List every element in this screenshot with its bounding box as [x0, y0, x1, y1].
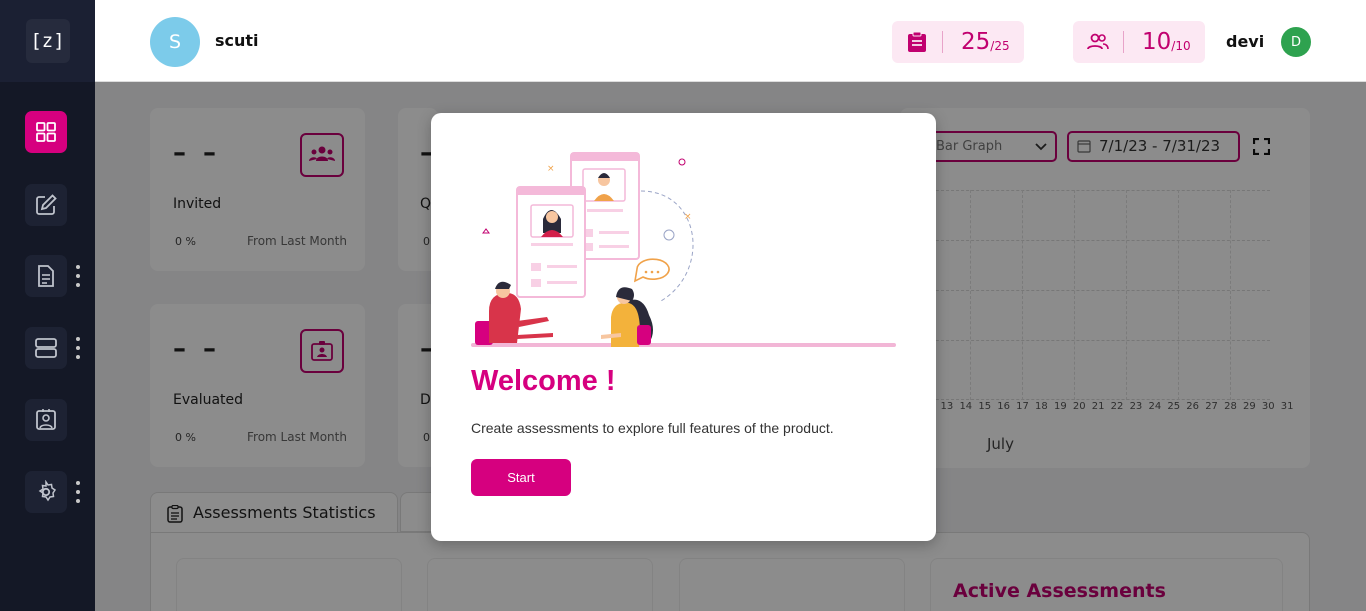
server-icon	[35, 338, 57, 358]
dashboard-grid-icon	[36, 122, 56, 142]
start-button[interactable]: Start	[471, 459, 571, 496]
users-count: 10	[1142, 29, 1172, 55]
modal-title: Welcome !	[471, 365, 616, 397]
nav-documents-menu[interactable]	[75, 265, 81, 287]
user-name[interactable]: devi	[1226, 32, 1264, 51]
welcome-modal: × × Welcome ! Create assessments to expl…	[431, 113, 936, 541]
users-icon	[1087, 33, 1109, 50]
document-icon	[38, 265, 54, 287]
nav-servers[interactable]	[25, 327, 67, 369]
nav-documents[interactable]	[25, 255, 67, 297]
nav-settings-menu[interactable]	[75, 481, 81, 503]
assessments-max: /25	[990, 39, 1010, 53]
welcome-illustration: × ×	[471, 152, 896, 347]
svg-text:×: ×	[684, 212, 692, 222]
nav-edit[interactable]	[25, 184, 67, 226]
edit-icon	[36, 194, 57, 215]
nav-candidates[interactable]	[25, 399, 67, 441]
nav-settings[interactable]	[25, 471, 67, 513]
top-header: S scuti 25 /25 10 /10 devi D	[95, 0, 1366, 82]
clipboard-icon	[908, 31, 926, 52]
assessments-counter: 25 /25	[892, 21, 1024, 63]
id-badge-icon	[36, 409, 56, 430]
users-max: /10	[1171, 39, 1191, 53]
user-avatar[interactable]: D	[1281, 27, 1311, 57]
app-logo[interactable]: [z]	[25, 19, 70, 63]
modal-description: Create assessments to explore full featu…	[471, 420, 834, 436]
svg-text:×: ×	[547, 164, 555, 174]
org-avatar[interactable]: S	[150, 17, 200, 67]
users-counter: 10 /10	[1073, 21, 1205, 63]
nav-dashboard[interactable]	[25, 111, 67, 153]
assessments-count: 25	[961, 29, 991, 55]
logo-area: [z]	[0, 0, 95, 82]
sidebar: [z]	[0, 0, 95, 611]
org-name: scuti	[215, 31, 259, 50]
settings-icon	[38, 480, 57, 502]
nav-servers-menu[interactable]	[75, 337, 81, 359]
